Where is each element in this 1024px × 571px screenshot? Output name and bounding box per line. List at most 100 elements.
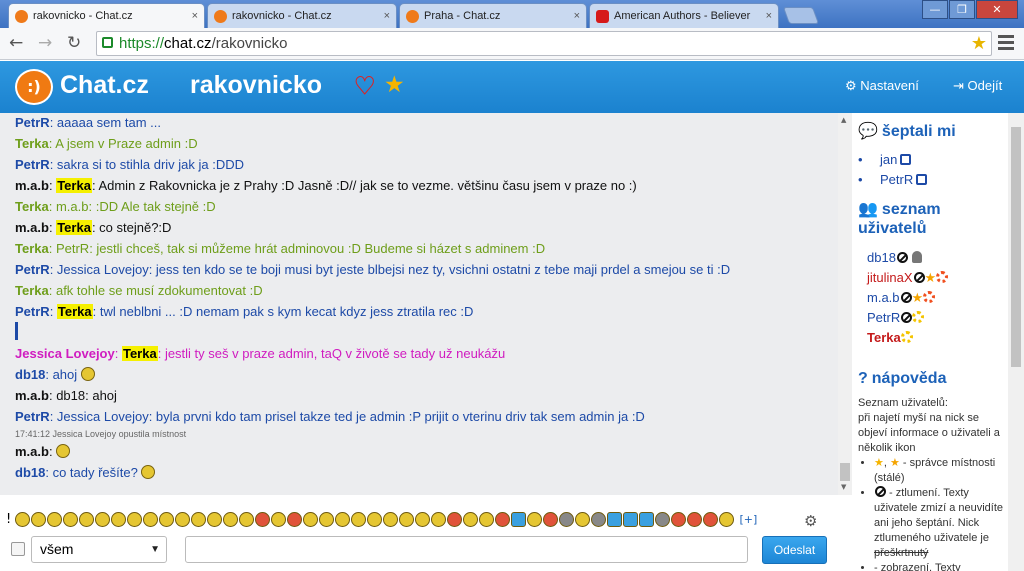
whisper-nick[interactable]: PetrR <box>880 172 913 187</box>
smiley-icon[interactable] <box>655 512 671 527</box>
user-nick[interactable]: m.a.b <box>867 290 900 305</box>
smiley-icon[interactable] <box>719 512 735 527</box>
message-nick[interactable]: PetrR <box>15 262 50 277</box>
smiley-icon[interactable] <box>335 512 351 527</box>
addressee-nick[interactable]: Terka <box>121 346 158 361</box>
smiley-icon[interactable] <box>415 512 431 527</box>
scroll-up-icon[interactable]: ▲ <box>841 116 846 124</box>
hat-icon[interactable] <box>559 512 575 527</box>
mute-icon[interactable] <box>900 292 912 303</box>
heart-smiley-icon[interactable] <box>255 512 271 527</box>
smiley-icon[interactable] <box>159 512 175 527</box>
chat-scrollbar[interactable]: ▲ ▼ <box>838 113 852 495</box>
smiley-icon[interactable] <box>431 512 447 527</box>
smiley-icon[interactable] <box>351 512 367 527</box>
address-bar[interactable]: https://chat.cz/rakovnicko ★ <box>96 31 992 56</box>
user-nick[interactable]: PetrR <box>867 310 900 325</box>
smiley-icon[interactable] <box>671 512 687 527</box>
logout-link[interactable]: ⇥ Odejít <box>953 78 1002 94</box>
message-nick[interactable]: Terka <box>15 136 49 151</box>
user-nick[interactable]: jitulinaX <box>867 270 913 285</box>
send-button[interactable]: Odeslat <box>762 536 827 564</box>
user-list-item[interactable]: m.a.b ★ <box>867 290 936 306</box>
user-list-item[interactable]: PetrR <box>867 310 925 325</box>
message-nick[interactable]: m.a.b <box>15 220 49 235</box>
forward-icon[interactable]: → <box>38 33 52 53</box>
maximize-button[interactable]: ❐ <box>949 0 975 19</box>
smiley-icon[interactable] <box>191 512 207 527</box>
favorite-star-icon[interactable]: ★ <box>384 72 405 98</box>
message-nick[interactable]: db18 <box>15 367 45 382</box>
smiley-icon[interactable] <box>575 512 591 527</box>
addressee-nick[interactable]: Terka <box>56 178 92 193</box>
smiley-icon[interactable] <box>399 512 415 527</box>
recipient-select[interactable]: všem ▼ <box>31 536 167 563</box>
smiley-exclaim[interactable]: ! <box>6 512 11 527</box>
tab-close-icon[interactable]: × <box>766 10 772 22</box>
message-nick[interactable]: PetrR <box>15 157 50 172</box>
bookmark-star-icon[interactable]: ★ <box>971 32 987 55</box>
open-window-icon[interactable] <box>916 174 928 185</box>
window-close-button[interactable]: ✕ <box>976 0 1018 19</box>
cake-icon[interactable] <box>287 512 303 527</box>
user-nick[interactable]: db18 <box>867 250 896 265</box>
reload-icon[interactable]: ↻ <box>67 33 81 53</box>
mute-icon[interactable] <box>901 312 913 323</box>
back-icon[interactable]: ← <box>9 33 23 53</box>
devil-smiley-icon[interactable] <box>447 512 463 527</box>
browser-tab-3[interactable]: Praha - Chat.cz × <box>399 3 587 28</box>
fire-icon[interactable] <box>495 512 511 527</box>
smiley-icon[interactable] <box>303 512 319 527</box>
heart-icon[interactable]: ♥ <box>354 72 376 101</box>
smiley-icon[interactable] <box>175 512 191 527</box>
mute-icon[interactable] <box>913 272 925 283</box>
smiley-icon[interactable] <box>543 512 559 527</box>
smiley-icon[interactable] <box>687 512 703 527</box>
smiley-icon[interactable] <box>207 512 223 527</box>
message-nick[interactable]: Terka <box>15 241 49 256</box>
gear-icon[interactable]: ⚙ <box>804 512 817 530</box>
tab-close-icon[interactable]: × <box>384 10 390 22</box>
browser-tab-2[interactable]: rakovnicko - Chat.cz × <box>207 3 397 28</box>
private-checkbox[interactable] <box>11 542 25 556</box>
smiley-icon[interactable] <box>463 512 479 527</box>
whisper-item[interactable]: PetrR <box>858 172 928 187</box>
user-list-item[interactable]: db18 <box>867 250 922 265</box>
user-nick[interactable]: Terka <box>867 330 901 345</box>
smiley-icon[interactable] <box>31 512 47 527</box>
settings-link[interactable]: ⚙ Nastavení <box>845 78 919 94</box>
browser-tab-1[interactable]: rakovnicko - Chat.cz × <box>8 3 205 28</box>
message-nick[interactable]: PetrR <box>15 115 50 130</box>
chat-logo-icon[interactable]: :) <box>15 69 53 105</box>
smiley-icon[interactable] <box>223 512 239 527</box>
smiley-icon[interactable] <box>527 512 543 527</box>
smiley-icon[interactable] <box>143 512 159 527</box>
addressee-nick[interactable]: Terka <box>56 220 92 235</box>
smiley-icon[interactable] <box>271 512 287 527</box>
smiley-icon[interactable] <box>95 512 111 527</box>
scroll-down-icon[interactable]: ▼ <box>841 483 846 491</box>
mute-icon[interactable] <box>896 252 908 263</box>
smiley-icon[interactable] <box>591 512 607 527</box>
whisper-nick[interactable]: jan <box>880 152 897 167</box>
logo-text[interactable]: Chat.cz <box>60 71 149 100</box>
smiley-icon[interactable] <box>239 512 255 527</box>
user-list-item[interactable]: Terka <box>867 330 913 345</box>
sidebar-scroll-thumb[interactable] <box>1011 127 1021 367</box>
chat-scroll-thumb[interactable] <box>840 463 850 481</box>
browser-menu-icon[interactable] <box>998 35 1014 53</box>
alien-icon[interactable] <box>511 512 527 527</box>
tab-close-icon[interactable]: × <box>192 10 198 22</box>
smiley-icon[interactable] <box>479 512 495 527</box>
new-tab-button[interactable] <box>782 7 820 24</box>
smiley-icon[interactable] <box>47 512 63 527</box>
skype-icon[interactable] <box>639 512 655 527</box>
message-nick[interactable]: m.a.b <box>15 444 49 459</box>
message-input[interactable] <box>185 536 748 563</box>
browser-tab-4[interactable]: American Authors - Believer × <box>589 3 779 28</box>
message-nick[interactable]: db18 <box>15 465 45 480</box>
minimize-button[interactable]: — <box>922 0 948 19</box>
smiley-icon[interactable] <box>319 512 335 527</box>
message-nick[interactable]: m.a.b <box>15 388 49 403</box>
monkey-icon[interactable] <box>703 512 719 527</box>
